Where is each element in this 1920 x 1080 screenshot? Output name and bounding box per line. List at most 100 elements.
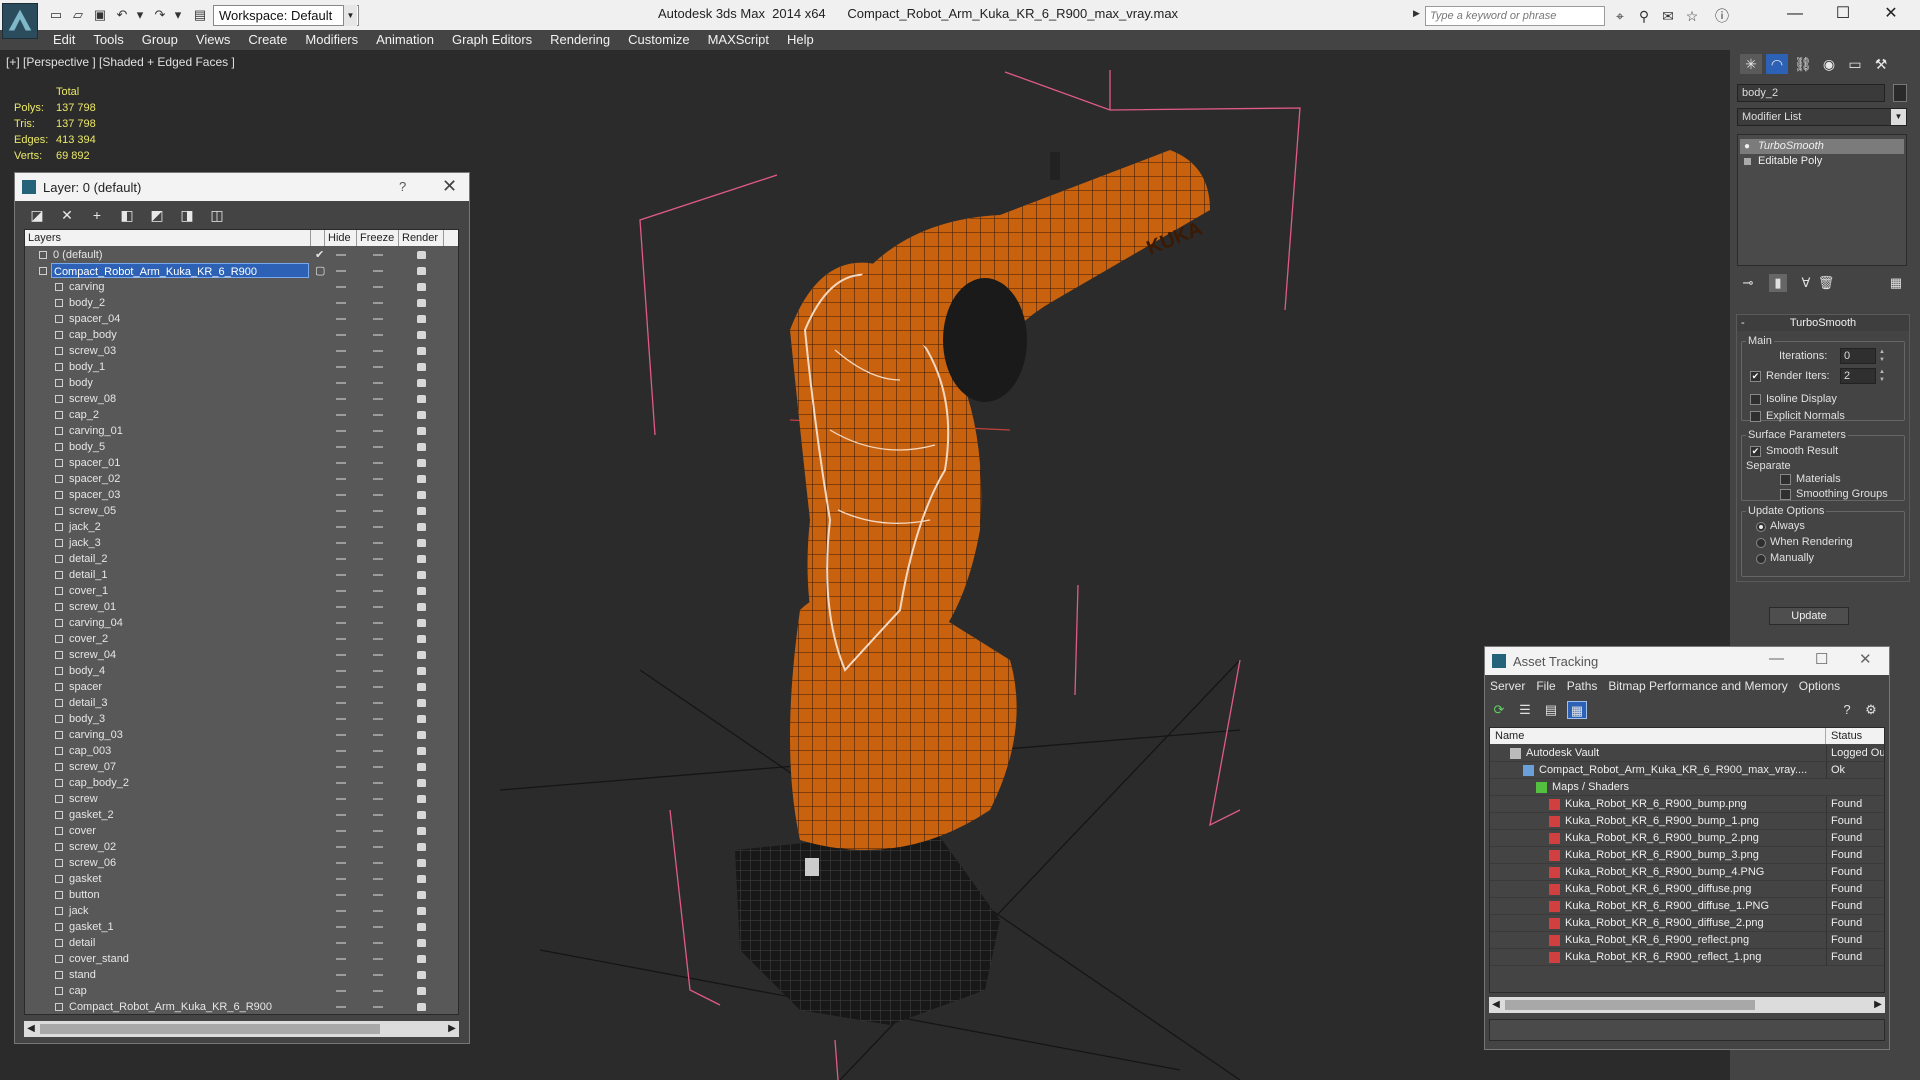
asset-menu-bitmap[interactable]: Bitmap Performance and Memory bbox=[1603, 675, 1793, 697]
hide-toggle[interactable] bbox=[336, 990, 346, 992]
freeze-toggle[interactable] bbox=[373, 718, 383, 720]
object-row[interactable]: carving_03 bbox=[25, 727, 458, 743]
freeze-toggle[interactable] bbox=[373, 622, 383, 624]
object-row[interactable]: gasket_1 bbox=[25, 919, 458, 935]
freeze-toggle[interactable] bbox=[373, 574, 383, 576]
lightbulb-icon[interactable]: ● bbox=[1744, 139, 1750, 154]
subscription-icon[interactable]: ⚲ bbox=[1634, 7, 1654, 25]
hide-toggle[interactable] bbox=[336, 478, 346, 480]
object-row[interactable]: body_1 bbox=[25, 359, 458, 375]
hide-toggle[interactable] bbox=[336, 750, 346, 752]
teapot-render-icon[interactable] bbox=[417, 411, 426, 419]
asset-row[interactable]: Kuka_Robot_KR_6_R900_diffuse_2.png Found bbox=[1490, 915, 1884, 932]
hide-toggle[interactable] bbox=[336, 430, 346, 432]
hide-toggle[interactable] bbox=[336, 942, 346, 944]
object-row[interactable]: stand bbox=[25, 967, 458, 983]
materials-checkbox[interactable] bbox=[1780, 474, 1791, 485]
teapot-render-icon[interactable] bbox=[417, 875, 426, 883]
close-button[interactable]: ✕ bbox=[1868, 0, 1914, 28]
layer-row-default[interactable]: 0 (default) ✔ bbox=[25, 247, 458, 263]
layer-dialog-titlebar[interactable]: Layer: 0 (default) ? ✕ bbox=[15, 173, 469, 201]
freeze-toggle[interactable] bbox=[373, 270, 383, 272]
freeze-toggle[interactable] bbox=[373, 382, 383, 384]
teapot-render-icon[interactable] bbox=[417, 859, 426, 867]
asset-menu-paths[interactable]: Paths bbox=[1562, 675, 1604, 697]
teapot-render-icon[interactable] bbox=[417, 267, 426, 275]
stack-item-turbosmooth[interactable]: ● TurboSmooth bbox=[1740, 139, 1904, 154]
object-row[interactable]: screw_06 bbox=[25, 855, 458, 871]
freeze-toggle[interactable] bbox=[373, 590, 383, 592]
freeze-toggle[interactable] bbox=[373, 510, 383, 512]
teapot-render-icon[interactable] bbox=[417, 651, 426, 659]
close-icon[interactable]: ✕ bbox=[442, 176, 457, 197]
display-tab-icon[interactable]: ▭ bbox=[1844, 54, 1866, 74]
object-row[interactable]: body_3 bbox=[25, 711, 458, 727]
freeze-toggle[interactable] bbox=[373, 814, 383, 816]
teapot-render-icon[interactable] bbox=[417, 811, 426, 819]
render-iters-checkbox[interactable]: ✔ bbox=[1750, 371, 1761, 382]
freeze-toggle[interactable] bbox=[373, 638, 383, 640]
freeze-toggle[interactable] bbox=[373, 766, 383, 768]
column-layers[interactable]: Layers bbox=[25, 230, 311, 246]
modifier-list-dropdown[interactable]: Modifier List bbox=[1737, 108, 1907, 126]
hide-toggle[interactable] bbox=[336, 446, 346, 448]
spinner-arrows-icon[interactable]: ▲ ▼ bbox=[1878, 348, 1886, 364]
save-file-icon[interactable]: ▣ bbox=[92, 7, 108, 23]
hide-toggle[interactable] bbox=[336, 766, 346, 768]
asset-menu-server[interactable]: Server bbox=[1485, 675, 1531, 697]
object-row[interactable]: body bbox=[25, 375, 458, 391]
freeze-toggle[interactable] bbox=[373, 478, 383, 480]
table-view-icon[interactable]: ▤ bbox=[1541, 701, 1561, 719]
hide-toggle[interactable] bbox=[336, 334, 346, 336]
hide-all-layers-icon[interactable]: ◨ bbox=[177, 206, 197, 224]
search-expand-icon[interactable]: ▶ bbox=[1413, 8, 1423, 24]
motion-tab-icon[interactable]: ◉ bbox=[1818, 54, 1840, 74]
current-layer-check-icon[interactable]: ✔ bbox=[315, 247, 324, 263]
freeze-toggle[interactable] bbox=[373, 654, 383, 656]
freeze-toggle[interactable] bbox=[373, 430, 383, 432]
teapot-render-icon[interactable] bbox=[417, 891, 426, 899]
hide-toggle[interactable] bbox=[336, 1006, 346, 1008]
hide-toggle[interactable] bbox=[336, 382, 346, 384]
teapot-render-icon[interactable] bbox=[417, 523, 426, 531]
freeze-toggle[interactable] bbox=[373, 398, 383, 400]
hide-toggle[interactable] bbox=[336, 254, 346, 256]
new-file-icon[interactable]: ▭ bbox=[48, 7, 64, 23]
freeze-toggle[interactable] bbox=[373, 542, 383, 544]
object-row[interactable]: spacer_02 bbox=[25, 471, 458, 487]
teapot-render-icon[interactable] bbox=[417, 459, 426, 467]
freeze-toggle[interactable] bbox=[373, 990, 383, 992]
hide-toggle[interactable] bbox=[336, 286, 346, 288]
maximize-button[interactable]: ☐ bbox=[1815, 650, 1828, 668]
teapot-render-icon[interactable] bbox=[417, 683, 426, 691]
menu-graph-editors[interactable]: Graph Editors bbox=[443, 30, 541, 50]
hide-toggle[interactable] bbox=[336, 462, 346, 464]
isoline-display-checkbox[interactable] bbox=[1750, 394, 1761, 405]
hide-toggle[interactable] bbox=[336, 958, 346, 960]
iterations-spinner[interactable]: 0 bbox=[1840, 348, 1876, 364]
object-row[interactable]: cap_body_2 bbox=[25, 775, 458, 791]
object-row[interactable]: spacer_04 bbox=[25, 311, 458, 327]
update-button[interactable]: Update bbox=[1769, 607, 1849, 625]
teapot-render-icon[interactable] bbox=[417, 299, 426, 307]
teapot-render-icon[interactable] bbox=[417, 763, 426, 771]
undo-dropdown-icon[interactable]: ▾ bbox=[132, 7, 148, 23]
teapot-render-icon[interactable] bbox=[417, 667, 426, 675]
freeze-toggle[interactable] bbox=[373, 558, 383, 560]
asset-row[interactable]: Kuka_Robot_KR_6_R900_bump_2.png Found bbox=[1490, 830, 1884, 847]
freeze-toggle[interactable] bbox=[373, 878, 383, 880]
hide-toggle[interactable] bbox=[336, 814, 346, 816]
teapot-render-icon[interactable] bbox=[417, 827, 426, 835]
object-row[interactable]: body_2 bbox=[25, 295, 458, 311]
teapot-render-icon[interactable] bbox=[417, 923, 426, 931]
remove-modifier-icon[interactable]: 🗑 bbox=[1817, 274, 1835, 292]
make-unique-icon[interactable]: ∀ bbox=[1797, 274, 1815, 292]
binoculars-icon[interactable]: ⌖ bbox=[1610, 7, 1630, 25]
object-name-field[interactable]: body_2 bbox=[1737, 84, 1885, 102]
redo-icon[interactable]: ↷ bbox=[152, 7, 168, 23]
column-freeze[interactable]: Freeze bbox=[357, 230, 399, 246]
column-render[interactable]: Render bbox=[399, 230, 444, 246]
horizontal-scrollbar[interactable]: ◀ ▶ bbox=[24, 1021, 459, 1037]
teapot-render-icon[interactable] bbox=[417, 795, 426, 803]
freeze-toggle[interactable] bbox=[373, 366, 383, 368]
